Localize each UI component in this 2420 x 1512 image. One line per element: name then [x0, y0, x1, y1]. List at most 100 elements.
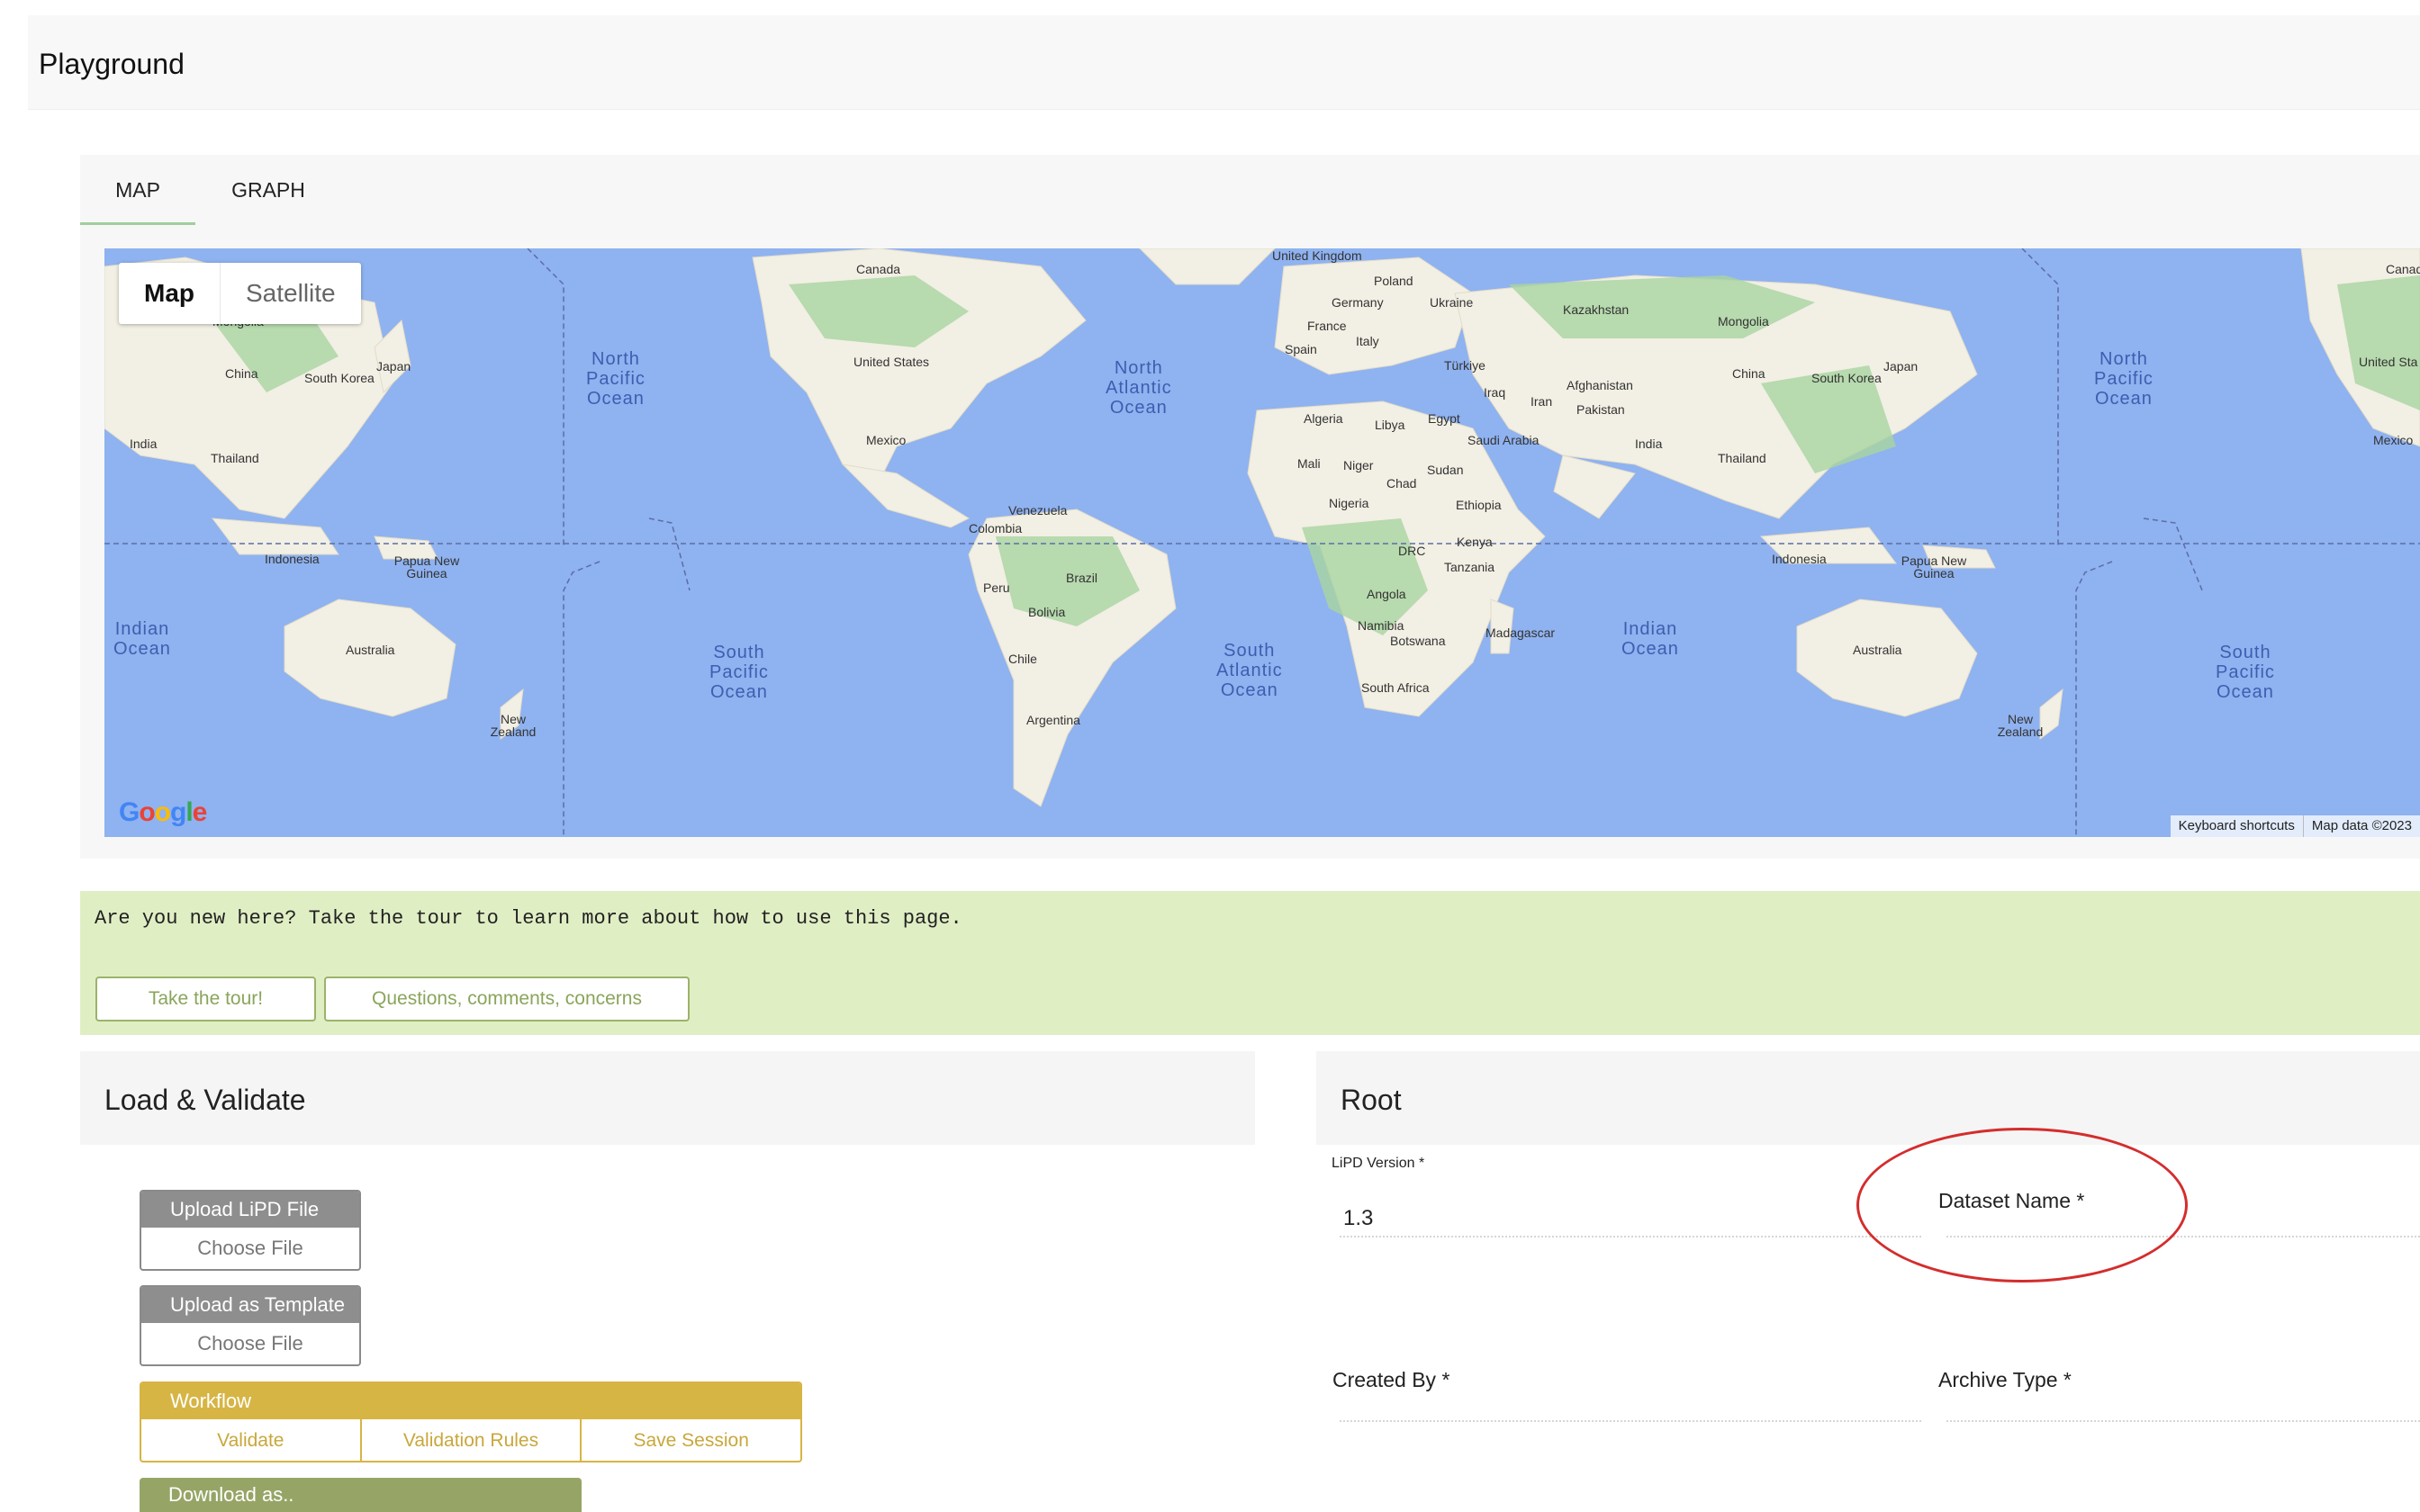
map-attribution: Keyboard shortcuts Map data ©2023	[2170, 815, 2420, 837]
upload-template-label: Upload as Template	[141, 1287, 359, 1323]
ocean-label: Indian Ocean	[1621, 619, 1679, 659]
map-label: Papua New Guinea	[393, 554, 460, 580]
map-label: Namibia	[1358, 618, 1404, 633]
header-bar: Playground	[28, 15, 2420, 110]
map-label: Mexico	[866, 433, 907, 447]
map-label: Kazakhstan	[1563, 302, 1630, 317]
ocean-label: South Atlantic Ocean	[1216, 641, 1283, 700]
map-label: Colombia	[969, 521, 1023, 536]
google-logo: Google	[119, 797, 207, 827]
map-label: Argentina	[1026, 713, 1080, 727]
map-label: Chile	[1008, 652, 1037, 666]
map-label: Australia	[346, 643, 395, 657]
world-map[interactable]: North Pacific Ocean North Atlantic Ocean…	[104, 248, 2420, 837]
dataset-name-input[interactable]	[1946, 1206, 2420, 1237]
map-label: Mongolia	[1718, 314, 1769, 328]
map-label: Saudi Arabia	[1467, 433, 1540, 447]
map-label: Egypt	[1428, 411, 1460, 426]
map-label: Canada	[2386, 262, 2420, 276]
root-header: Root	[1316, 1051, 2420, 1145]
map-label: Pakistan	[1576, 402, 1625, 417]
ocean-label: North Atlantic Ocean	[1106, 358, 1172, 418]
playground-page: Playground MAP GRAPH North Pacific Ocean…	[0, 0, 2420, 1512]
validation-rules-button[interactable]: Validation Rules	[359, 1419, 581, 1461]
map-label: China	[1732, 366, 1765, 381]
map-label: Indonesia	[265, 552, 320, 566]
tab-map[interactable]: MAP	[80, 155, 195, 225]
validate-button[interactable]: Validate	[141, 1419, 360, 1461]
map-label: Kenya	[1457, 535, 1493, 549]
map-label: DRC	[1398, 544, 1426, 558]
map-landmass	[104, 248, 2420, 837]
map-label: Indonesia	[1772, 552, 1827, 566]
created-by-input[interactable]	[1340, 1390, 1921, 1421]
map-label: South Korea	[304, 371, 375, 385]
map-label: Peru	[983, 580, 1010, 595]
map-label: Libya	[1375, 418, 1405, 432]
map-label: Nigeria	[1329, 496, 1369, 510]
map-label: Iran	[1531, 394, 1553, 409]
ocean-label: South Pacific Ocean	[2216, 643, 2275, 702]
archive-type-input[interactable]	[1946, 1390, 2420, 1421]
map-type-control: Map Satellite	[119, 263, 361, 324]
map-label: Italy	[1356, 334, 1379, 348]
map-label: Poland	[1374, 274, 1413, 288]
view-tabs: MAP GRAPH	[80, 155, 2420, 225]
archive-type-label: Archive Type *	[1938, 1368, 2072, 1391]
upload-lipd-label: Upload LiPD File	[141, 1192, 359, 1228]
download-as-button[interactable]: Download as..	[140, 1478, 582, 1512]
map-label: Ethiopia	[1456, 498, 1502, 512]
map-label: Chad	[1386, 476, 1417, 490]
map-label: Afghanistan	[1567, 378, 1633, 392]
created-by-underline	[1340, 1420, 1921, 1422]
satellite-view-button[interactable]: Satellite	[221, 263, 361, 324]
map-view-button[interactable]: Map	[119, 263, 221, 324]
upload-lipd-choose-file[interactable]: Choose File	[141, 1228, 359, 1269]
map-label: Venezuela	[1008, 503, 1068, 518]
map-data-link[interactable]: Map data ©2023	[2302, 815, 2420, 837]
upload-template-group: Upload as Template Choose File	[140, 1285, 361, 1366]
map-label: Thailand	[211, 451, 259, 465]
ocean-label: Indian Ocean	[113, 619, 171, 659]
save-session-button[interactable]: Save Session	[580, 1419, 800, 1461]
tab-graph[interactable]: GRAPH	[215, 155, 321, 225]
map-label: Japan	[376, 359, 411, 374]
map-label: Iraq	[1484, 385, 1506, 400]
ocean-label: South Pacific Ocean	[709, 643, 769, 702]
map-label: Mexico	[2373, 433, 2414, 447]
map-label: France	[1307, 319, 1347, 333]
map-label: China	[225, 366, 258, 381]
take-tour-button[interactable]: Take the tour!	[95, 976, 316, 1022]
map-label: Mali	[1297, 456, 1321, 471]
map-label: Australia	[1853, 643, 1902, 657]
map-label: Sudan	[1427, 463, 1464, 477]
map-label: Algeria	[1304, 411, 1343, 426]
map-label: Ukraine	[1430, 295, 1474, 310]
keyboard-shortcuts-link[interactable]: Keyboard shortcuts	[2171, 815, 2303, 837]
map-label: India	[1635, 436, 1663, 451]
load-validate-header: Load & Validate	[80, 1051, 1255, 1145]
page-title: Playground	[39, 48, 185, 80]
questions-button[interactable]: Questions, comments, concerns	[324, 976, 690, 1022]
map-label: South Korea	[1811, 371, 1882, 385]
created-by-label: Created By *	[1332, 1368, 1450, 1391]
map-label: Niger	[1343, 458, 1374, 472]
map-label: Thailand	[1718, 451, 1766, 465]
map-label: Türkiye	[1444, 358, 1485, 373]
workflow-label: Workflow	[141, 1383, 800, 1419]
map-panel: MAP GRAPH North Pacific Ocean North Atla…	[80, 155, 2420, 859]
map-label: Madagascar	[1485, 626, 1556, 640]
map-label: New Zealand	[490, 712, 537, 739]
tour-banner: Are you new here? Take the tour to learn…	[80, 891, 2420, 1035]
map-label: New Zealand	[1997, 712, 2044, 739]
lipd-version-input[interactable]: 1.3	[1343, 1206, 1373, 1231]
map-label: Tanzania	[1444, 560, 1495, 574]
map-label: Spain	[1285, 342, 1317, 356]
root-title: Root	[1341, 1084, 1402, 1116]
map-label: Canada	[856, 262, 901, 276]
archive-type-underline	[1946, 1420, 2420, 1422]
upload-template-choose-file[interactable]: Choose File	[141, 1323, 359, 1364]
map-label: Botswana	[1390, 634, 1446, 648]
tour-message: Are you new here? Take the tour to learn…	[95, 907, 962, 930]
map-label: Germany	[1332, 295, 1384, 310]
